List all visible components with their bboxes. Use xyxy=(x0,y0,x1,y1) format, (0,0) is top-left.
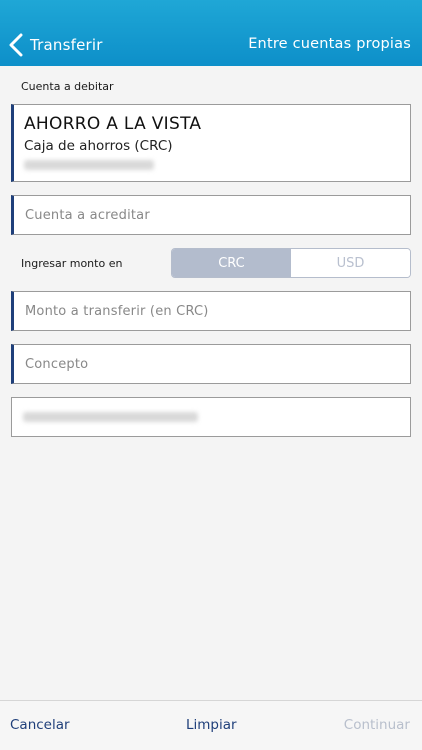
bottom-action-bar: Cancelar Limpiar Continuar xyxy=(0,700,422,750)
credit-account-field[interactable]: Cuenta a acreditar xyxy=(11,195,411,235)
email-redacted xyxy=(23,412,198,422)
amount-input[interactable]: Monto a transferir (en CRC) xyxy=(11,291,411,331)
clear-button[interactable]: Limpiar xyxy=(186,717,237,733)
debit-account-name: AHORRO A LA VISTA xyxy=(24,114,202,134)
page-title: Entre cuentas propias xyxy=(248,36,411,52)
back-label: Transferir xyxy=(30,36,103,54)
debit-account-card[interactable]: AHORRO A LA VISTA Caja de ahorros (CRC) xyxy=(11,104,411,182)
credit-account-placeholder: Cuenta a acreditar xyxy=(25,207,150,223)
debit-section-label: Cuenta a debitar xyxy=(21,80,114,93)
currency-segmented-control: CRC USD xyxy=(171,248,411,278)
chevron-left-icon xyxy=(9,33,23,57)
currency-option-usd[interactable]: USD xyxy=(291,249,410,277)
email-field[interactable] xyxy=(11,397,411,437)
cancel-button[interactable]: Cancelar xyxy=(10,717,70,733)
debit-account-number-redacted xyxy=(24,160,154,170)
debit-account-type: Caja de ahorros (CRC) xyxy=(24,138,173,154)
currency-label: Ingresar monto en xyxy=(21,257,123,270)
concept-placeholder: Concepto xyxy=(25,356,89,372)
concept-input[interactable]: Concepto xyxy=(11,344,411,384)
currency-option-crc[interactable]: CRC xyxy=(172,249,291,277)
back-button[interactable]: Transferir xyxy=(8,30,103,60)
top-bar: Transferir Entre cuentas propias xyxy=(0,0,422,66)
amount-placeholder: Monto a transferir (en CRC) xyxy=(25,303,209,319)
continue-button[interactable]: Continuar xyxy=(344,717,410,733)
